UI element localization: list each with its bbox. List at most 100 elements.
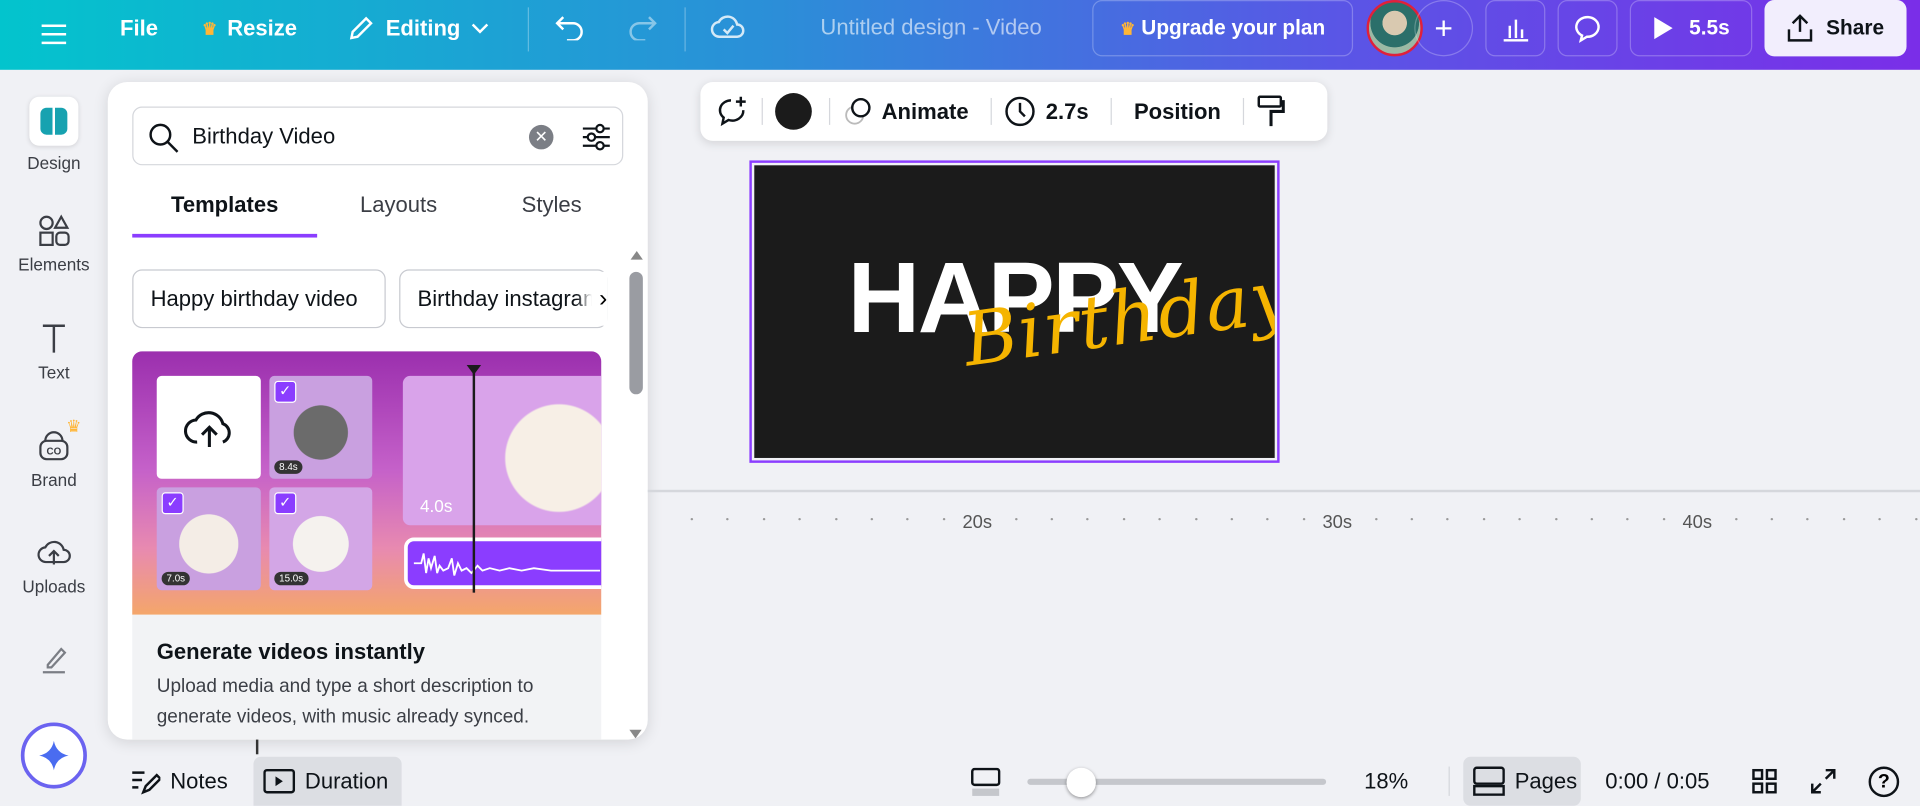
- playhead-marker-icon: [466, 364, 482, 375]
- share-icon: [1788, 14, 1813, 42]
- file-menu[interactable]: File: [120, 1, 158, 55]
- timeline-dot: [1446, 517, 1450, 521]
- tab-templates[interactable]: Templates: [132, 192, 317, 218]
- timeline-dot: [906, 517, 910, 521]
- timeline-dot: [1302, 517, 1306, 521]
- comments-button[interactable]: [1557, 0, 1618, 57]
- panel-scrollbar[interactable]: [629, 251, 643, 739]
- sidebar-label: Design: [27, 153, 81, 173]
- timeline-dot: [870, 517, 874, 521]
- clip-time: 4.0s: [420, 495, 453, 516]
- filter-sliders-icon[interactable]: [580, 121, 612, 153]
- timeline-dot: [690, 517, 694, 521]
- resize-label: Resize: [227, 15, 298, 40]
- sidebar-item-text[interactable]: Text: [0, 321, 108, 382]
- color-swatch[interactable]: [775, 93, 812, 130]
- cloud-saved-icon[interactable]: [710, 0, 747, 54]
- zoom-percentage[interactable]: 18%: [1364, 759, 1408, 803]
- notes-label: Notes: [170, 768, 228, 793]
- sidebar-item-draw[interactable]: [0, 643, 108, 685]
- search-input[interactable]: Birthday Video ✕: [132, 106, 624, 166]
- timeline-dot: [1842, 517, 1846, 521]
- grid-view-icon[interactable]: [1751, 768, 1778, 795]
- timeline-track[interactable]: [647, 489, 1920, 493]
- design-icon: [29, 96, 79, 146]
- timeline-dot: [1518, 517, 1522, 521]
- sidebar-item-brand[interactable]: CO ♛ Brand: [0, 416, 108, 489]
- video-play-icon: [263, 768, 296, 794]
- share-button[interactable]: Share: [1764, 0, 1907, 57]
- zoom-slider-thumb[interactable]: [1066, 767, 1096, 798]
- notes-button[interactable]: Notes: [131, 759, 228, 803]
- animate-label: Animate: [881, 98, 969, 124]
- playhead: [472, 369, 476, 593]
- cloud-upload-icon: [37, 540, 71, 565]
- sidebar-item-elements[interactable]: Elements: [0, 213, 108, 274]
- pages-button[interactable]: Pages: [1463, 756, 1581, 806]
- insights-button[interactable]: [1485, 0, 1546, 57]
- play-icon: [1654, 17, 1674, 40]
- notes-icon: [132, 771, 161, 795]
- resize-button[interactable]: ♛ Resize: [202, 1, 297, 55]
- menu-icon[interactable]: [40, 7, 67, 61]
- document-title[interactable]: Untitled design - Video: [820, 0, 1041, 54]
- play-button[interactable]: 5.5s: [1629, 0, 1753, 57]
- search-value: Birthday Video: [192, 123, 336, 149]
- redo-button[interactable]: [626, 0, 658, 54]
- card-body[interactable]: Generate videos instantly Upload media a…: [132, 614, 602, 740]
- templates-panel: Birthday Video ✕ Templates Layouts Style…: [107, 82, 648, 740]
- timeline-dot: [1230, 517, 1234, 521]
- share-label: Share: [1826, 15, 1885, 40]
- position-button[interactable]: Position: [1134, 99, 1221, 125]
- invite-button[interactable]: +: [1414, 0, 1474, 57]
- clear-search-icon[interactable]: ✕: [528, 124, 554, 150]
- timeline-dot: [1806, 517, 1810, 521]
- timeline-dot: [1158, 517, 1162, 521]
- timeline-dot: [1554, 517, 1558, 521]
- duration-label: Duration: [304, 768, 389, 793]
- playback-time: 0:00 / 0:05: [1605, 768, 1710, 793]
- tab-layouts[interactable]: Layouts: [328, 192, 469, 218]
- sidebar-item-uploads[interactable]: Uploads: [0, 535, 108, 596]
- text-icon: [42, 324, 65, 353]
- page-thumbnail-icon[interactable]: [971, 767, 1001, 797]
- tab-styles[interactable]: Styles: [481, 192, 622, 218]
- checkbox-checked-icon: ✓: [161, 492, 184, 515]
- copy-style-paint-roller-icon[interactable]: [1256, 94, 1285, 128]
- sidebar-label: Uploads: [22, 576, 86, 597]
- chevron-right-icon[interactable]: ›: [576, 271, 608, 326]
- add-comment-icon[interactable]: [715, 94, 749, 128]
- draw-pen-icon: [42, 647, 67, 674]
- undo-button[interactable]: [555, 0, 587, 54]
- generate-video-card-image[interactable]: ✓ 8.4s ✓ 7.0s ✓ 15.0s 4.0s: [132, 351, 602, 615]
- comment-icon: [1574, 15, 1600, 43]
- thumb-duration: 7.0s: [161, 571, 190, 586]
- help-icon[interactable]: ?: [1868, 766, 1900, 798]
- duration-button[interactable]: 2.7s: [1004, 96, 1089, 128]
- scrollbar-thumb[interactable]: [629, 271, 643, 395]
- cloud-upload-icon: [183, 411, 231, 447]
- timeline-dot: [1050, 517, 1054, 521]
- shapes-icon: [39, 214, 70, 247]
- timeline-tick-label: 20s: [962, 511, 993, 533]
- magic-ai-button[interactable]: [20, 722, 87, 789]
- design-page-selected[interactable]: HAPPY Birthday: [749, 160, 1280, 463]
- animate-button[interactable]: Animate: [842, 96, 969, 128]
- duration-toggle-button[interactable]: Duration: [253, 756, 402, 806]
- fullscreen-icon[interactable]: [1810, 768, 1837, 795]
- editing-mode-button[interactable]: Editing: [347, 1, 490, 55]
- card-description: Upload media and type a short descriptio…: [156, 675, 534, 728]
- play-duration: 5.5s: [1689, 15, 1730, 40]
- zoom-slider[interactable]: [1027, 767, 1327, 798]
- svg-text:CO: CO: [47, 446, 62, 457]
- timeline-dot: [1878, 517, 1882, 521]
- timeline-dot: [1194, 517, 1198, 521]
- timeline-dot: [1086, 517, 1090, 521]
- upload-tile: [156, 375, 261, 479]
- suggestion-chip[interactable]: Happy birthday video: [132, 269, 386, 329]
- timeline-tick-label: 30s: [1322, 511, 1353, 533]
- timeline-tick-label: 40s: [1682, 511, 1713, 533]
- sidebar-item-design[interactable]: Design: [0, 96, 108, 173]
- pages-label: Pages: [1514, 768, 1578, 793]
- upgrade-plan-button[interactable]: ♛ Upgrade your plan: [1092, 0, 1354, 57]
